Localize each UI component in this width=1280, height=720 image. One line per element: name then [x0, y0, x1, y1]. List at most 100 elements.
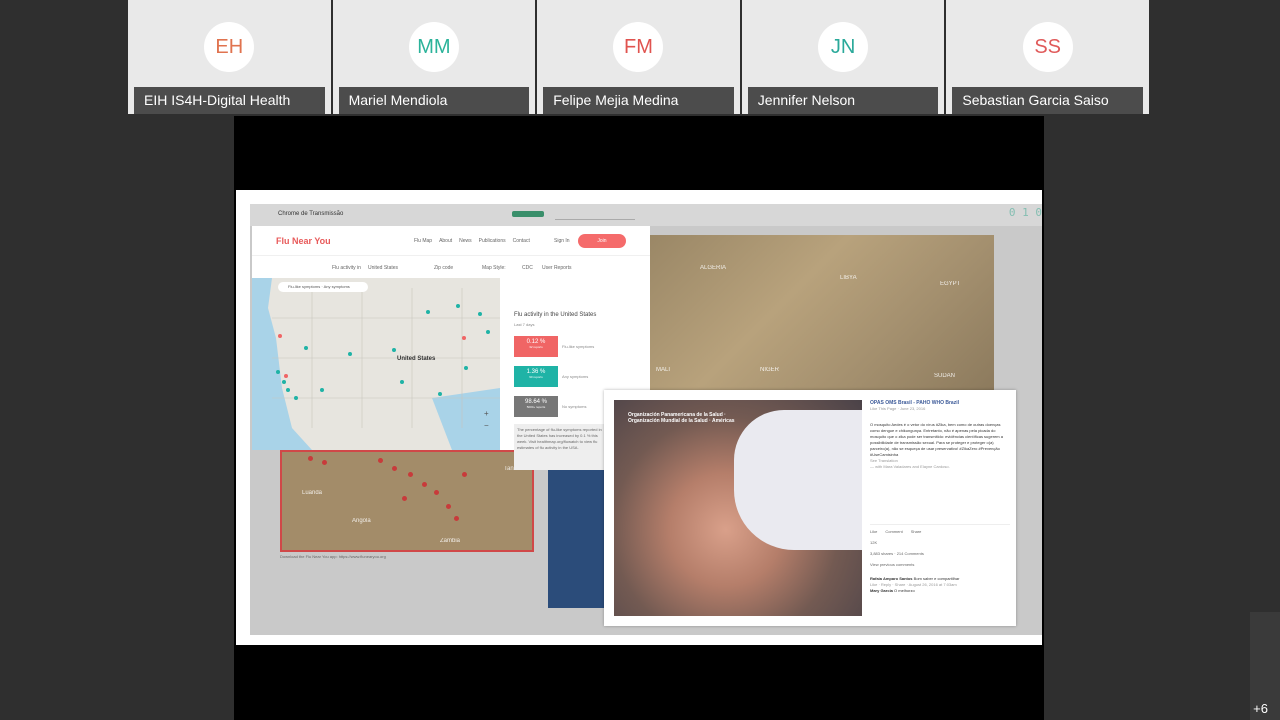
comment-text: Bom saber e compartilhar [913, 576, 960, 581]
nav-about[interactable]: About [439, 238, 452, 244]
participant-tile[interactable]: MM Mariel Mendiola [332, 0, 536, 114]
map-marker [446, 504, 451, 509]
legend-flu: Flu-like symptoms [288, 284, 321, 289]
us-flu-map[interactable]: Flu-like symptoms · Any symptoms United … [252, 278, 500, 450]
nav-news[interactable]: News [459, 238, 472, 244]
comment-author[interactable]: Rafaia Amparo Santos [870, 576, 913, 581]
map-label: SUDAN [934, 373, 956, 379]
participant-tile[interactable]: FM Felipe Mejia Medina [537, 0, 740, 114]
comment-text: O melhorzo [894, 588, 915, 593]
panel-subtitle: Last 7 days [514, 322, 535, 327]
map-style-user-reports[interactable]: User Reports [542, 265, 571, 271]
africa-map-top: ALGERIA LIBYA EGYPT NIGER SUDAN MALI [650, 235, 994, 391]
map-legend: Flu-like symptoms · Any symptoms [278, 282, 368, 292]
post-text: OPAS OMS Brasil - PAHO WHO Brazil Like T… [870, 400, 1010, 470]
panel-note: The percentage of flu-like symptoms repo… [514, 424, 610, 470]
map-panel-blue [548, 450, 604, 608]
avatar-initials: MM [417, 35, 451, 58]
post-body: O mosquito Aedes é o vetor do vírus #Zik… [870, 422, 1003, 457]
participant-name: EIH IS4H-Digital Health [134, 87, 325, 114]
participant-name: Mariel Mendiola [338, 87, 530, 114]
nav-flu-map[interactable]: Flu Map [414, 238, 432, 244]
binary-decoration: 0 0 0 1 1 0 0 1 0 0 1 0 [929, 204, 1042, 219]
view-more-comments[interactable]: View previous comments [870, 562, 1010, 567]
video-call-window: EH EIH IS4H-Digital Health MM Mariel Men… [0, 0, 1280, 720]
stat-label: No symptoms [562, 404, 587, 409]
app-title: Chrome de Transmissão [278, 211, 344, 217]
stat-label: Any symptoms [562, 374, 589, 379]
filter-bar: Flu activity in United States Zip code M… [276, 256, 650, 278]
photo-shape [734, 410, 862, 550]
participant-tile[interactable]: SS Sebastian Garcia Saiso [946, 0, 1149, 114]
like-button[interactable]: Like [870, 529, 877, 534]
comment-button[interactable]: Comment [885, 529, 902, 534]
slide-screenshot: Chrome de Transmissão ALGERIA LIBYA EGYP… [250, 204, 1042, 635]
stat-none: 98.64 % 5000+ reports [514, 396, 558, 417]
map-country-label: United States [397, 356, 436, 362]
comment-list: Rafaia Amparo Santos Bom saber e compart… [870, 576, 1010, 594]
map-marker [408, 472, 413, 477]
participant-name: Sebastian Garcia Saiso [952, 87, 1143, 114]
photo-watermark: Organización Panamericana de la Salud · … [628, 412, 735, 424]
us-map-shape [252, 278, 500, 450]
participant-name: Jennifer Nelson [747, 87, 939, 114]
country-select[interactable]: United States [368, 265, 398, 271]
tagged-with: — with Mara Valadares and Elayne Cardoso… [870, 464, 950, 469]
zoom-controls[interactable]: + − [484, 408, 489, 432]
site-logo[interactable]: Flu Near You [276, 236, 331, 246]
map-style-cdc[interactable]: CDC [522, 265, 533, 271]
status-pill [512, 211, 544, 217]
map-label: NIGER [760, 367, 780, 373]
comment-author[interactable]: Mary Garcia [870, 588, 893, 593]
avatar: MM [408, 22, 459, 72]
map-marker [308, 456, 313, 461]
nav-publications[interactable]: Publications [479, 238, 506, 244]
reaction-count: 12K [870, 540, 878, 545]
filter-label: Flu activity in [332, 265, 361, 271]
avatar-initials: EH [215, 35, 244, 58]
map-label: ALGERIA [700, 265, 727, 271]
map-label: MALI [656, 367, 671, 373]
participant-strip: EH EIH IS4H-Digital Health MM Mariel Men… [128, 0, 1149, 114]
map-label: Zambia [440, 538, 461, 544]
map-label: EGYPT [940, 281, 961, 287]
map-marker [422, 482, 427, 487]
map-marker [322, 460, 327, 465]
avatar: SS [1022, 22, 1073, 72]
site-header: Flu Near You Flu Map About News Publicat… [252, 226, 650, 256]
stat-any: 1.36 % 90 reports [514, 366, 558, 387]
stat-label: Flu-like symptoms [562, 344, 595, 349]
africa-map-bottom: Tanzania Angola Zambia Luanda [280, 450, 534, 552]
facebook-post: Organización Panamericana de la Salud · … [604, 390, 1016, 626]
more-participants-count[interactable]: +6 [1253, 701, 1268, 716]
map-marker [378, 458, 383, 463]
zip-input[interactable]: Zip code [434, 265, 453, 271]
nav-contact[interactable]: Contact [513, 238, 530, 244]
participant-tile[interactable]: EH EIH IS4H-Digital Health [128, 0, 331, 114]
post-actions: Like Comment Share [870, 524, 1010, 534]
post-photo[interactable]: Organización Panamericana de la Salud · … [614, 400, 862, 616]
map-label: LIBYA [840, 275, 857, 281]
sign-in-link[interactable]: Sign In [554, 238, 570, 244]
participant-name: Felipe Mejia Medina [543, 87, 734, 114]
join-button[interactable]: Join [578, 234, 626, 248]
shared-screen[interactable]: Chrome de Transmissão ALGERIA LIBYA EGYP… [234, 116, 1044, 720]
share-button[interactable]: Share [911, 529, 922, 534]
page-meta: Like This Page · June 23, 2016 [870, 406, 926, 411]
map-style-label: Map Style: [482, 265, 506, 271]
map-label: Luanda [302, 490, 323, 496]
map-marker [402, 496, 407, 501]
map-marker [434, 490, 439, 495]
participant-tile[interactable]: JN Jennifer Nelson [741, 0, 945, 114]
site-nav: Flu Map About News Publications Contact [414, 238, 530, 244]
slide-caption: Download the Flu Near You app: https://w… [280, 554, 386, 559]
url-field [555, 208, 635, 220]
stat-sub: 5000+ reports [526, 405, 546, 409]
avatar-initials: JN [830, 35, 856, 58]
share-count: 3,883 shares [870, 551, 894, 556]
panel-title: Flu activity in the United States [514, 312, 597, 318]
map-label: Angola [352, 518, 371, 524]
presentation-slide: Chrome de Transmissão ALGERIA LIBYA EGYP… [236, 190, 1042, 645]
stat-sub: 32 reports [529, 345, 543, 349]
post-stats: 12K 3,883 shares · 214 Comments View pre… [870, 540, 1010, 567]
